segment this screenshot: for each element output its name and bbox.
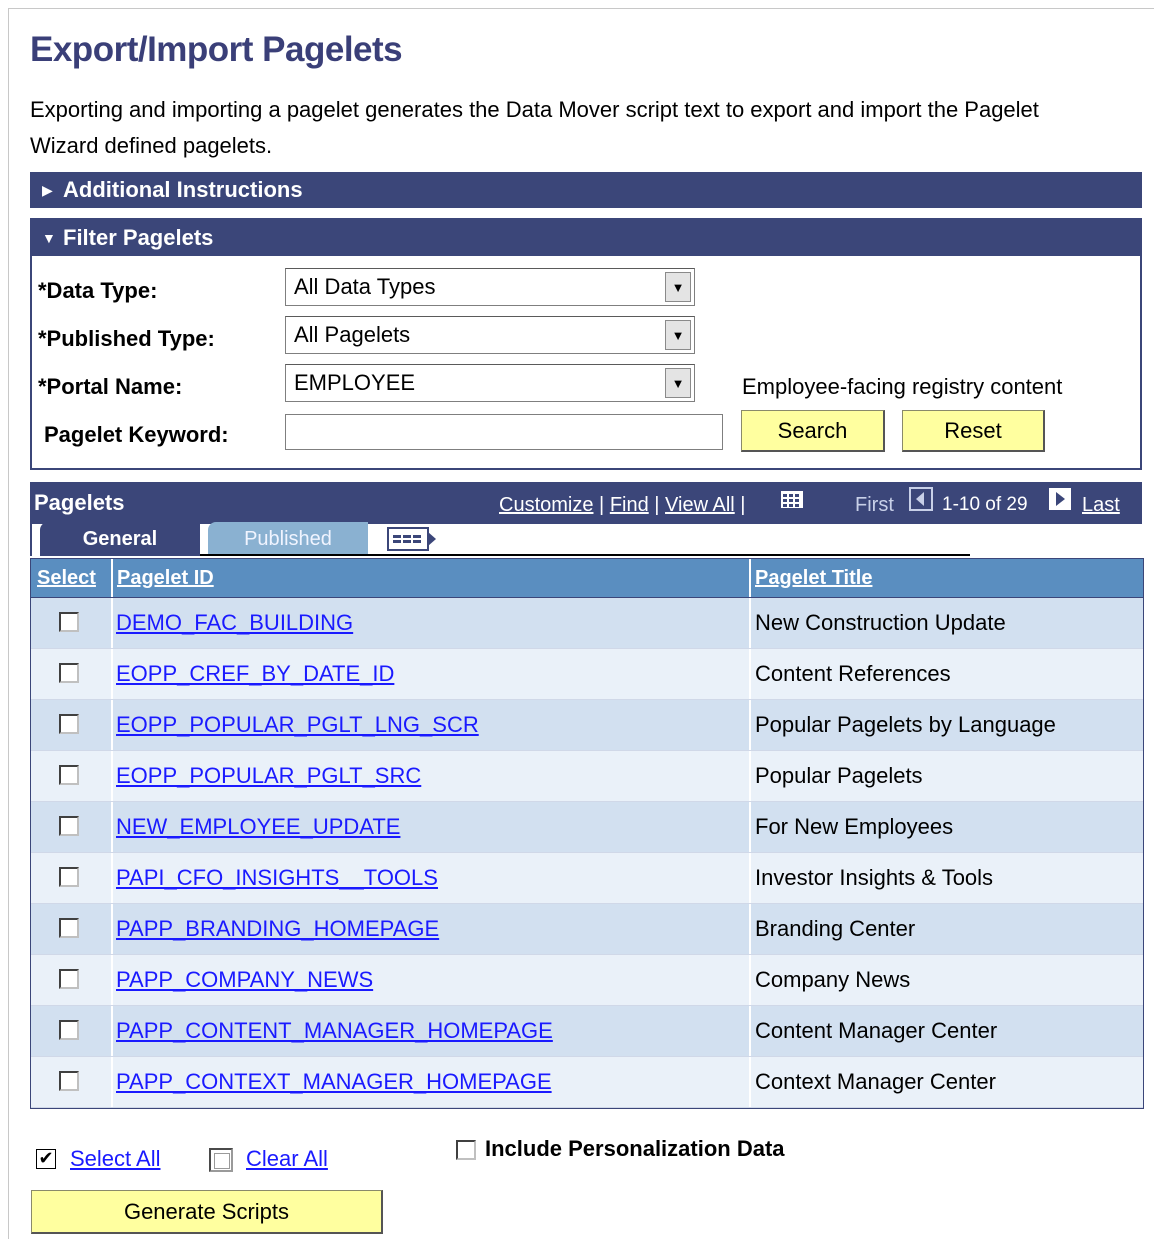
reset-button[interactable]: Reset [902,410,1045,452]
pagelet-title: Content References [755,661,951,686]
download-grid-icon[interactable] [780,488,806,510]
row-select-checkbox[interactable] [59,765,79,785]
data-type-value: All Data Types [294,274,436,299]
filter-pagelets-header[interactable]: ▼ Filter Pagelets [30,220,1142,256]
pagelet-id-link[interactable]: PAPP_CONTEXT_MANAGER_HOMEPAGE [116,1057,552,1107]
table-row: EOPP_POPULAR_PGLT_SRC Popular Pagelets [31,751,1143,802]
table-header-row: Select Pagelet ID Pagelet Title [31,559,1143,598]
pagelet-id-link[interactable]: EOPP_POPULAR_PGLT_SRC [116,751,421,801]
pagelet-title: Popular Pagelets [755,763,923,788]
pagelet-id-link[interactable]: EOPP_POPULAR_PGLT_LNG_SCR [116,700,479,750]
select-all-checkbox-icon[interactable]: ✔ [36,1149,56,1169]
clear-all-link[interactable]: Clear All [246,1146,328,1172]
additional-instructions-label: Additional Instructions [63,177,303,202]
next-page-icon[interactable] [1048,487,1072,511]
table-row: DEMO_FAC_BUILDING New Construction Update [31,598,1143,649]
collapse-triangle-icon: ▼ [42,230,56,246]
pagelet-id-link[interactable]: PAPI_CFO_INSIGHTS__TOOLS [116,853,438,903]
pagelet-keyword-input[interactable] [285,414,723,450]
pagelet-title: Investor Insights & Tools [755,865,994,890]
last-link[interactable]: Last [1082,494,1120,516]
tab-general[interactable]: General [40,522,200,556]
page-description: Exporting and importing a pagelet genera… [30,97,1039,158]
pagelet-id-link[interactable]: DEMO_FAC_BUILDING [116,598,353,648]
pagelet-id-link[interactable]: NEW_EMPLOYEE_UPDATE [116,802,400,852]
portal-name-label: *Portal Name: [38,374,183,399]
pagelet-id-column-header[interactable]: Pagelet ID [117,559,214,597]
row-select-checkbox[interactable] [59,867,79,887]
table-row: PAPP_BRANDING_HOMEPAGE Branding Center [31,904,1143,955]
row-select-checkbox[interactable] [59,816,79,836]
pagelet-title: Context Manager Center [755,1069,996,1094]
show-all-columns-icon[interactable] [386,526,440,552]
include-personalization-checkbox[interactable] [456,1140,476,1160]
pagelet-keyword-label: Pagelet Keyword: [44,422,229,447]
tab-underline [200,554,970,556]
dropdown-arrow-icon[interactable]: ▼ [665,368,691,398]
table-row: PAPP_CONTEXT_MANAGER_HOMEPAGE Context Man… [31,1057,1143,1108]
pagelet-id-link[interactable]: EOPP_CREF_BY_DATE_ID [116,649,394,699]
find-link[interactable]: Find [610,494,649,516]
portal-name-select[interactable]: EMPLOYEE ▼ [285,364,695,402]
table-row: PAPP_CONTENT_MANAGER_HOMEPAGE Content Man… [31,1006,1143,1057]
dropdown-arrow-icon[interactable]: ▼ [665,320,691,350]
portal-description: Employee-facing registry content [742,374,1063,399]
generate-scripts-button[interactable]: Generate Scripts [31,1190,383,1234]
filter-pagelets-label: Filter Pagelets [63,225,214,250]
dropdown-arrow-icon[interactable]: ▼ [665,272,691,302]
additional-instructions-header[interactable]: ▶ Additional Instructions [30,172,1142,208]
customize-link[interactable]: Customize [499,494,593,516]
include-personalization-label: Include Personalization Data [485,1136,785,1161]
pagelets-grid-title: Pagelets [34,490,125,515]
pagelet-title: Popular Pagelets by Language [755,712,1056,737]
data-type-select[interactable]: All Data Types ▼ [285,268,695,306]
expand-triangle-icon: ▶ [42,181,53,198]
row-select-checkbox[interactable] [59,918,79,938]
pagelets-table: Select Pagelet ID Pagelet Title DEMO_FAC… [30,558,1144,1109]
select-all-link[interactable]: Select All [70,1146,161,1172]
table-body: DEMO_FAC_BUILDING New Construction Update… [31,598,1143,1108]
pagelet-id-link[interactable]: PAPP_BRANDING_HOMEPAGE [116,904,439,954]
previous-page-icon [909,487,933,511]
published-type-select[interactable]: All Pagelets ▼ [285,316,695,354]
pagelet-id-link[interactable]: PAPP_COMPANY_NEWS [116,955,373,1005]
published-type-label: *Published Type: [38,326,215,351]
pagelet-id-link[interactable]: PAPP_CONTENT_MANAGER_HOMEPAGE [116,1006,553,1056]
published-type-value: All Pagelets [294,322,411,347]
pagelet-title-column-header[interactable]: Pagelet Title [755,559,872,597]
tab-published[interactable]: Published [208,522,368,556]
search-button[interactable]: Search [741,410,885,452]
row-select-checkbox[interactable] [59,612,79,632]
portal-name-value: EMPLOYEE [294,370,416,395]
clear-all-checkbox-icon[interactable] [209,1148,233,1172]
table-row: PAPI_CFO_INSIGHTS__TOOLS Investor Insight… [31,853,1143,904]
pagelet-title: New Construction Update [755,610,1006,635]
pagelet-title: Branding Center [755,916,916,941]
row-select-checkbox[interactable] [59,1020,79,1040]
row-range: 1-10 of 29 [942,494,1028,515]
row-select-checkbox[interactable] [59,714,79,734]
row-select-checkbox[interactable] [59,1071,79,1091]
row-select-checkbox[interactable] [59,663,79,683]
last-link-wrap: Last [1082,494,1120,517]
table-row: PAPP_COMPANY_NEWS Company News [31,955,1143,1006]
pagelet-title: Company News [755,967,911,992]
grid-nav-links: Customize | Find | View All | [499,494,746,516]
table-row: EOPP_CREF_BY_DATE_ID Content References [31,649,1143,700]
pagelet-title: Content Manager Center [755,1018,998,1043]
page-title: Export/Import Pagelets [30,30,403,69]
row-select-checkbox[interactable] [59,969,79,989]
data-type-label: *Data Type: [38,278,158,303]
first-label: First [855,494,894,516]
pagelet-title: For New Employees [755,814,954,839]
select-column-header[interactable]: Select [37,559,96,597]
table-row: EOPP_POPULAR_PGLT_LNG_SCR Popular Pagelet… [31,700,1143,751]
view-all-link[interactable]: View All [665,494,735,516]
table-row: NEW_EMPLOYEE_UPDATE For New Employees [31,802,1143,853]
